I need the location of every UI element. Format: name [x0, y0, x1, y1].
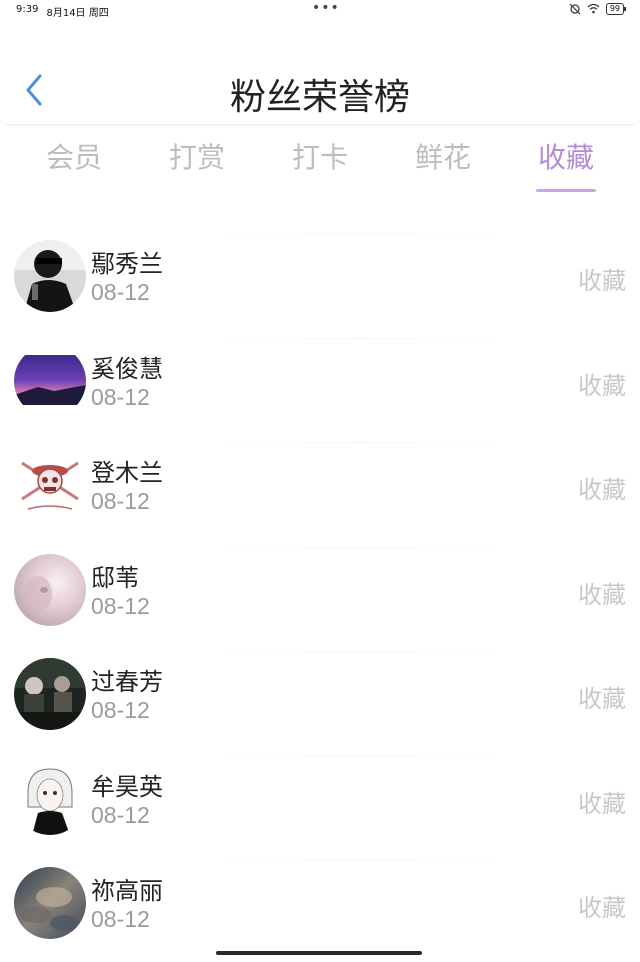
user-date: 08-12: [91, 383, 150, 410]
user-date: 08-12: [91, 697, 150, 723]
status-right: 99: [569, 3, 627, 15]
home-indicator[interactable]: [216, 951, 422, 955]
user-date: 08-12: [91, 906, 150, 932]
battery-icon: 99: [605, 3, 627, 15]
action-label: 收藏: [578, 371, 626, 400]
user-name: 登木兰: [91, 459, 163, 487]
list-item[interactable]: 鄢秀兰 08-12 收藏: [0, 230, 640, 335]
wifi-icon: [587, 3, 600, 15]
alarm-off-icon: [569, 3, 581, 15]
status-time: 9:39: [16, 4, 39, 15]
divider: [200, 233, 520, 234]
divider: [200, 546, 520, 548]
user-name: 邸苇: [91, 563, 139, 592]
user-name: 奚俊慧: [91, 354, 163, 383]
action-label: 收藏: [578, 580, 626, 609]
list-item[interactable]: 过春芳 08-12 收藏: [0, 648, 640, 753]
action-label: 收藏: [578, 476, 626, 504]
tab-label: 鲜花: [414, 141, 471, 174]
list-item[interactable]: 牟昊英 08-12 收藏: [0, 753, 640, 858]
tab-reward[interactable]: 打赏: [157, 136, 237, 176]
tab-member[interactable]: 会员: [34, 136, 114, 176]
header: 粉丝荣誉榜: [0, 20, 640, 125]
avatar[interactable]: [14, 344, 86, 417]
user-name: 牟昊英: [91, 772, 163, 801]
tab-label: 收藏: [537, 141, 594, 174]
divider: [200, 755, 520, 757]
action-label: 收藏: [578, 789, 626, 818]
action-label: 收藏: [578, 894, 626, 922]
status-bar: 9:39 8月14日 周四 ••• 99: [0, 0, 640, 20]
tab-label: 打卡: [291, 141, 348, 174]
status-dots: •••: [312, 0, 340, 16]
user-name: 过春芳: [91, 668, 163, 696]
user-date: 08-12: [91, 279, 150, 305]
divider: [200, 651, 520, 652]
user-date: 08-12: [91, 801, 150, 828]
tab-favorites[interactable]: 收藏: [526, 136, 606, 192]
tab-flowers[interactable]: 鲜花: [403, 136, 483, 176]
action-label: 收藏: [578, 685, 626, 713]
tab-bar: 会员 打赏 打卡 鲜花 收藏: [0, 124, 640, 192]
divider: [200, 860, 520, 861]
status-left: 9:39 8月14日 周四: [16, 4, 109, 19]
tab-label: 打赏: [168, 141, 225, 174]
user-name: 鄢秀兰: [91, 250, 163, 278]
user-date: 08-12: [91, 488, 150, 514]
status-date: 8月14日 周四: [46, 8, 109, 19]
avatar[interactable]: [14, 553, 86, 626]
user-name: 祢高丽: [91, 877, 163, 905]
avatar[interactable]: [14, 867, 86, 939]
list-item[interactable]: 登木兰 08-12 收藏: [0, 439, 640, 544]
tab-label: 会员: [45, 141, 102, 174]
divider: [200, 337, 520, 339]
list-item[interactable]: 邸苇 08-12 收藏: [0, 544, 640, 649]
user-date: 08-12: [91, 592, 150, 619]
action-label: 收藏: [578, 267, 626, 295]
avatar[interactable]: [14, 658, 86, 730]
list-item[interactable]: 奚俊慧 08-12 收藏: [0, 335, 640, 440]
tab-checkin[interactable]: 打卡: [280, 136, 360, 176]
avatar[interactable]: [14, 240, 86, 312]
avatar[interactable]: [14, 449, 86, 521]
page-title: 粉丝荣誉榜: [229, 77, 410, 118]
list-item[interactable]: 祢高丽 08-12 收藏: [0, 857, 640, 962]
active-tab-indicator: [536, 189, 596, 192]
divider: [200, 442, 520, 443]
fan-list: 鄢秀兰 08-12 收藏 奚俊慧 08-12 收藏 登木兰 08-12 收藏 邸…: [0, 230, 640, 962]
avatar[interactable]: [14, 762, 86, 835]
